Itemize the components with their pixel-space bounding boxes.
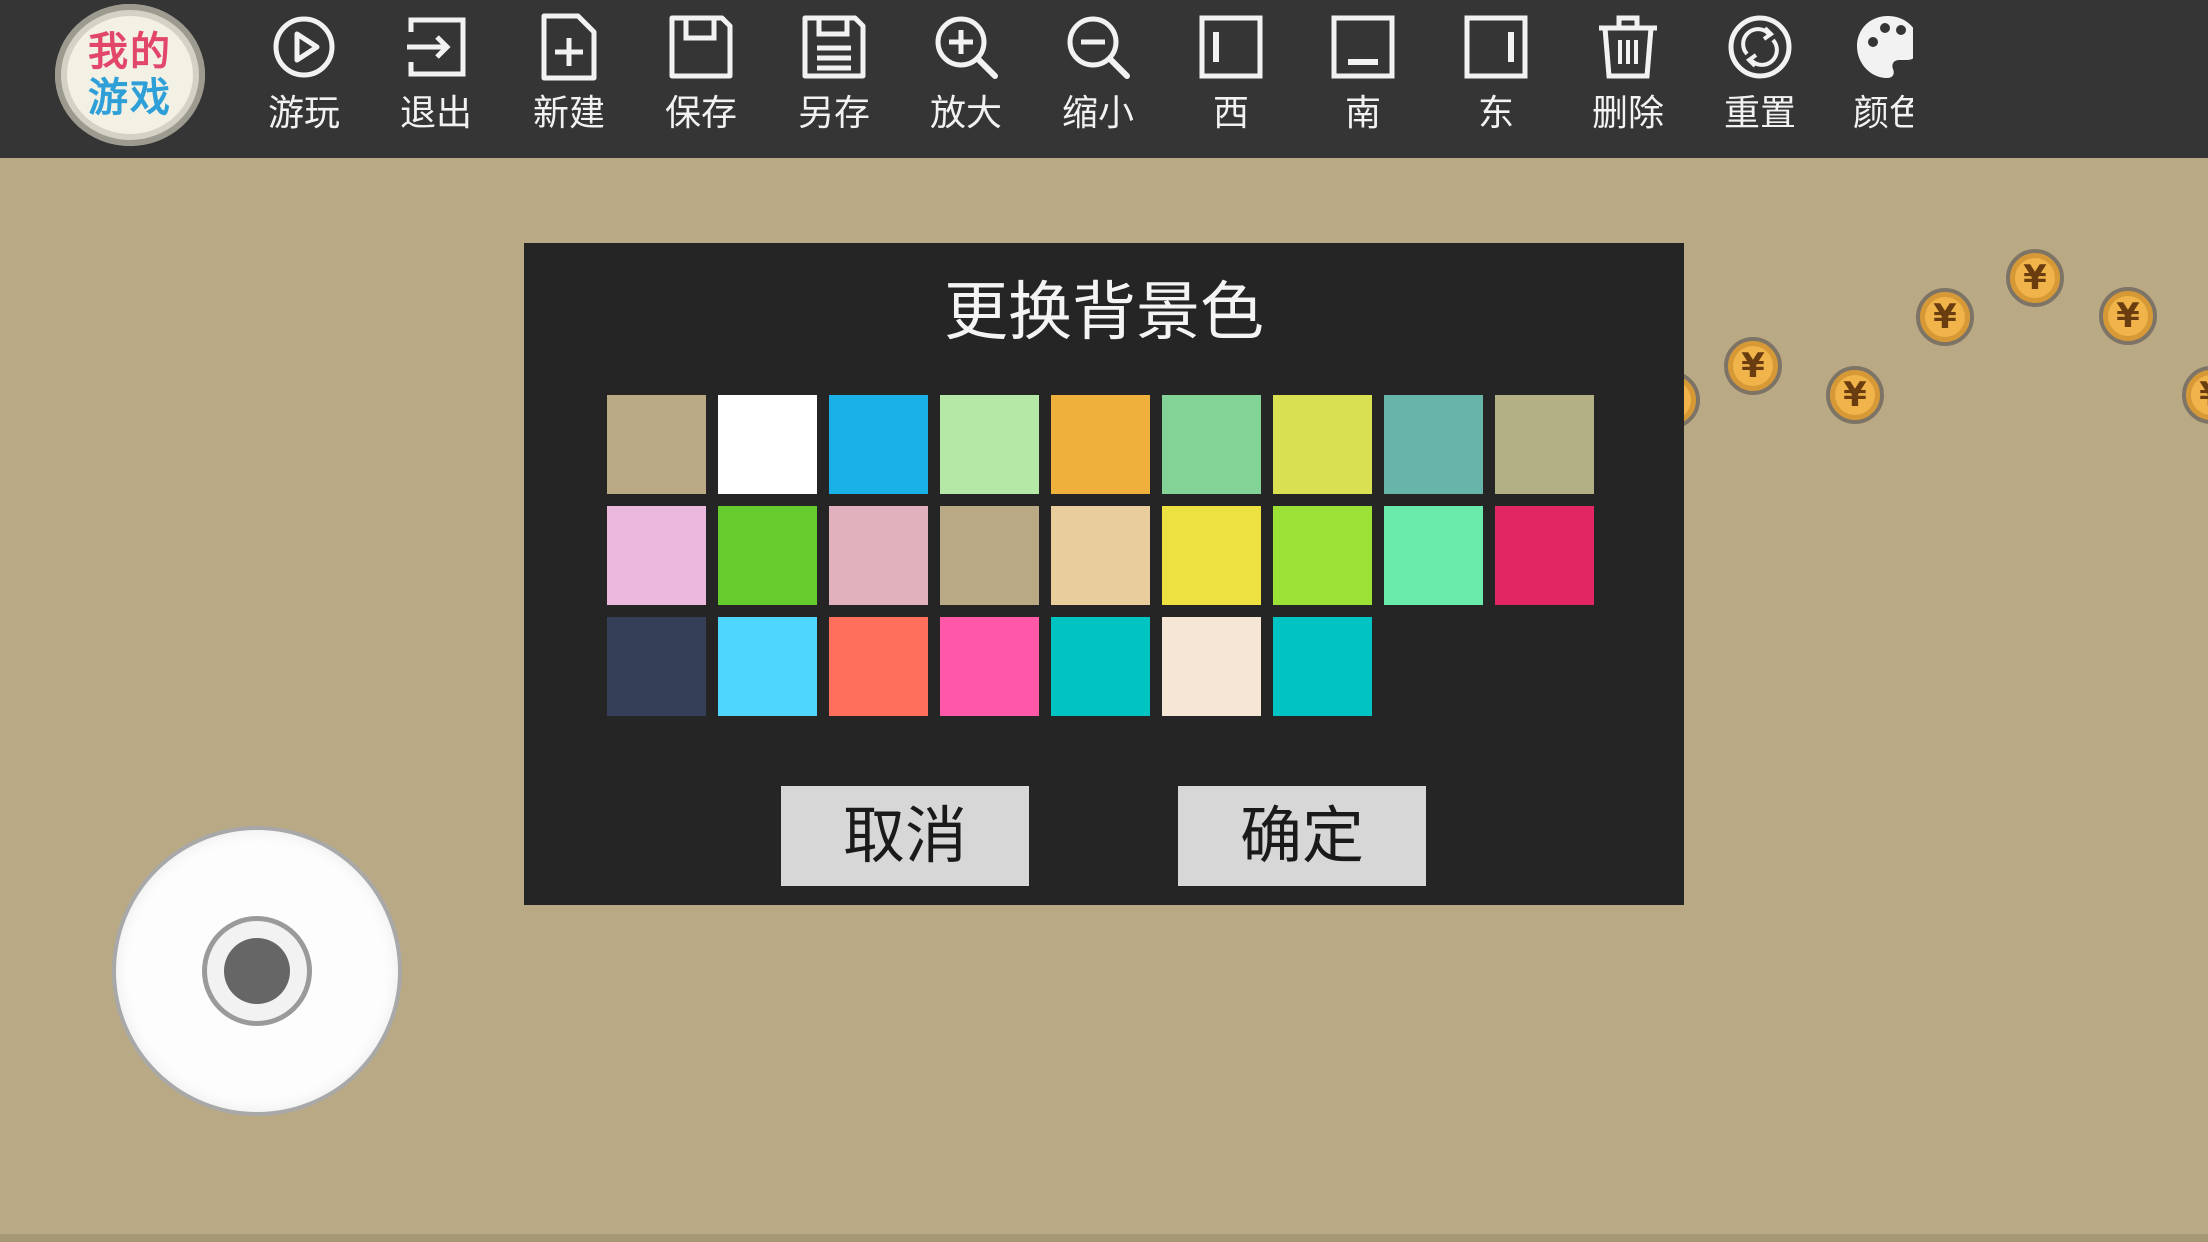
color-swatch[interactable] (1384, 395, 1483, 494)
coin: ¥ (1724, 337, 1782, 395)
color-swatch[interactable] (1162, 506, 1261, 605)
save-as-label: 另存 (797, 93, 870, 134)
background-color-dialog: 更换背景色 取消 确定 (524, 243, 1684, 905)
color-swatch[interactable] (1273, 395, 1372, 494)
virtual-joystick[interactable] (112, 826, 402, 1116)
color-label: 颜色 (1853, 93, 1913, 134)
color-swatch[interactable] (1051, 617, 1150, 716)
top-toolbar: 我的 游戏 游玩 退出 新建 保存 另存 放大 缩小 西 南 东 删除 重置 颜… (0, 0, 2208, 158)
color-swatch[interactable] (1162, 395, 1261, 494)
save-label: 保存 (664, 93, 737, 134)
color-swatch-grid (607, 395, 1597, 716)
align-west-icon (1199, 15, 1263, 79)
save-as-button[interactable]: 另存 (779, 12, 889, 142)
save-button[interactable]: 保存 (646, 12, 756, 142)
color-swatch[interactable] (718, 395, 817, 494)
south-label: 南 (1344, 93, 1381, 134)
color-swatch[interactable] (1273, 506, 1372, 605)
coin: ¥ (2006, 249, 2064, 307)
joystick-ring (202, 916, 312, 1026)
app-logo[interactable]: 我的 游戏 (55, 4, 205, 146)
exit-icon (407, 17, 466, 77)
zoom-out-button[interactable]: 缩小 (1043, 12, 1153, 142)
south-button[interactable]: 南 (1308, 12, 1418, 142)
color-swatch[interactable] (718, 506, 817, 605)
zoom-in-label: 放大 (929, 93, 1002, 134)
east-button[interactable]: 东 (1441, 12, 1551, 142)
color-swatch[interactable] (1051, 506, 1150, 605)
save-icon (669, 15, 733, 79)
west-label: 西 (1212, 93, 1249, 134)
color-swatch[interactable] (829, 506, 928, 605)
joystick-knob[interactable] (224, 938, 290, 1004)
trash-icon (1599, 15, 1657, 79)
zoom-out-icon (1067, 16, 1130, 79)
delete-label: 删除 (1591, 93, 1664, 134)
confirm-button[interactable]: 确定 (1178, 786, 1426, 886)
color-swatch[interactable] (940, 506, 1039, 605)
logo-text-line2: 游戏 (88, 75, 172, 121)
reset-icon (1728, 15, 1792, 79)
coin: ¥ (1916, 288, 1974, 346)
west-button[interactable]: 西 (1176, 12, 1286, 142)
color-swatch[interactable] (940, 395, 1039, 494)
exit-button[interactable]: 退出 (381, 12, 491, 142)
color-swatch[interactable] (607, 395, 706, 494)
reset-label: 重置 (1723, 93, 1796, 134)
zoom-out-label: 缩小 (1061, 93, 1134, 134)
cancel-button[interactable]: 取消 (781, 786, 1029, 886)
color-swatch[interactable] (1495, 395, 1594, 494)
play-button[interactable]: 游玩 (249, 12, 359, 142)
color-swatch[interactable] (1051, 395, 1150, 494)
color-swatch[interactable] (940, 617, 1039, 716)
palette-icon (1857, 16, 1913, 78)
color-swatch[interactable] (829, 617, 928, 716)
color-swatch[interactable] (1162, 617, 1261, 716)
color-swatch[interactable] (718, 617, 817, 716)
play-icon (273, 16, 335, 78)
logo-text-line1: 我的 (88, 29, 172, 75)
color-swatch[interactable] (607, 506, 706, 605)
new-button[interactable]: 新建 (514, 12, 624, 142)
color-button[interactable]: 颜色 (1853, 12, 1913, 142)
new-file-icon (541, 13, 597, 81)
east-label: 东 (1477, 93, 1514, 134)
color-swatch[interactable] (829, 395, 928, 494)
coin-partial: ¥ (2182, 366, 2208, 424)
save-as-icon (802, 15, 866, 79)
reset-button[interactable]: 重置 (1705, 12, 1815, 142)
color-swatch[interactable] (1384, 506, 1483, 605)
color-swatch[interactable] (1495, 506, 1594, 605)
new-label: 新建 (532, 93, 605, 134)
bottom-divider (0, 1234, 2208, 1242)
align-east-icon (1464, 15, 1528, 79)
color-swatch[interactable] (607, 617, 706, 716)
zoom-in-button[interactable]: 放大 (911, 12, 1021, 142)
color-swatch[interactable] (1273, 617, 1372, 716)
coin: ¥ (1826, 366, 1884, 424)
delete-button[interactable]: 删除 (1573, 12, 1683, 142)
dialog-title: 更换背景色 (944, 276, 1264, 350)
play-label: 游玩 (267, 93, 340, 134)
logo-badge: 我的 游戏 (67, 16, 193, 134)
coin: ¥ (2099, 287, 2157, 345)
zoom-in-icon (935, 16, 998, 79)
align-south-icon (1331, 15, 1395, 79)
exit-label: 退出 (399, 93, 472, 134)
